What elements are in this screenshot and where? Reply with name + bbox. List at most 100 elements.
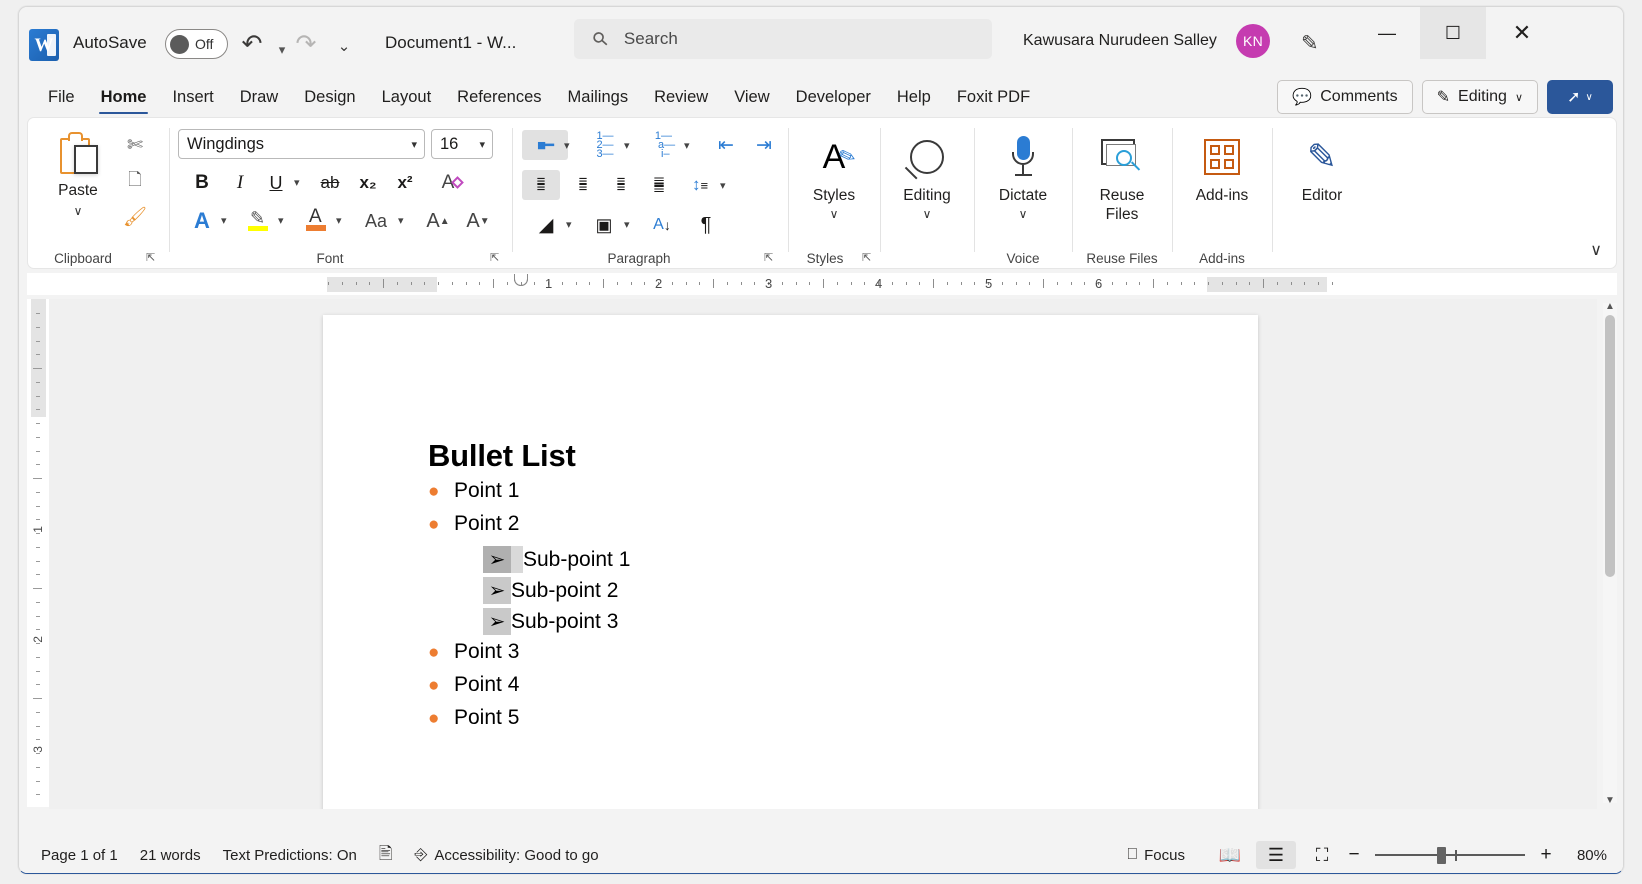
tab-home[interactable]: Home: [88, 77, 160, 117]
chevron-down-icon[interactable]: ∨: [1019, 207, 1028, 221]
add-ins-button[interactable]: Add-ins: [1180, 128, 1264, 240]
font-color-chevron-down-icon[interactable]: ▾: [336, 214, 342, 227]
word-count-status[interactable]: 21 words: [140, 847, 201, 864]
numbering-button[interactable]: 1— 2— 3—: [586, 130, 624, 160]
tab-view[interactable]: View: [721, 77, 782, 117]
change-case-chevron-down-icon[interactable]: ▾: [398, 214, 404, 227]
list-item[interactable]: ● Point 3: [428, 640, 519, 664]
align-center-button[interactable]: ≡ ≡: [564, 170, 602, 200]
borders-chevron-down-icon[interactable]: ▾: [624, 218, 630, 231]
tab-foxit-pdf[interactable]: Foxit PDF: [944, 77, 1043, 117]
collapse-ribbon-icon[interactable]: ∨: [1590, 240, 1602, 260]
zoom-level-button[interactable]: 80%: [1555, 847, 1607, 864]
shrink-font-icon[interactable]: A ▼: [462, 206, 494, 236]
scroll-down-icon[interactable]: ▼: [1603, 793, 1617, 807]
underline-button[interactable]: U: [260, 168, 292, 198]
maximize-button[interactable]: ☐: [1420, 7, 1486, 59]
styles-button[interactable]: A ✎ Styles ∨: [792, 128, 876, 240]
sort-icon[interactable]: A ↓: [646, 210, 678, 240]
bold-button[interactable]: B: [186, 168, 218, 198]
cut-icon[interactable]: ✄: [118, 130, 152, 160]
zoom-out-button[interactable]: −: [1345, 844, 1363, 866]
tab-design[interactable]: Design: [291, 77, 368, 117]
tab-review[interactable]: Review: [641, 77, 721, 117]
list-item[interactable]: ● Point 2: [428, 512, 519, 536]
grow-font-icon[interactable]: A ▲: [422, 206, 454, 236]
italic-button[interactable]: I: [224, 168, 256, 198]
page-number-status[interactable]: Page 1 of 1: [41, 847, 118, 864]
tab-layout[interactable]: Layout: [369, 77, 445, 117]
strikethrough-button[interactable]: ab: [314, 168, 346, 198]
multilevel-list-button[interactable]: 1— a— i–: [646, 130, 684, 160]
tab-developer[interactable]: Developer: [783, 77, 884, 117]
justify-button[interactable]: ≣ ≣: [640, 170, 678, 200]
redo-icon[interactable]: ↷: [291, 31, 321, 57]
shading-icon[interactable]: ◢: [530, 210, 562, 240]
list-item[interactable]: ➢ Sub-point 2: [483, 577, 618, 604]
tab-draw[interactable]: Draw: [227, 77, 292, 117]
read-mode-button[interactable]: 📖: [1210, 841, 1250, 869]
align-left-button[interactable]: ≡ ≡: [522, 170, 560, 200]
close-button[interactable]: ✕: [1489, 7, 1555, 59]
focus-button[interactable]: ⎕ Focus: [1128, 846, 1185, 864]
share-button[interactable]: ➚ ∨: [1547, 80, 1613, 114]
font-dialog-launcher[interactable]: ⇱: [490, 251, 499, 264]
format-painter-icon[interactable]: 🖌: [118, 202, 152, 232]
comments-button[interactable]: 💬 Comments: [1277, 80, 1413, 114]
paste-button[interactable]: Paste ∨: [42, 126, 114, 234]
font-family-select[interactable]: Wingdings ▾: [178, 129, 425, 159]
list-item[interactable]: ● Point 1: [428, 479, 519, 503]
font-size-select[interactable]: 16 ▾: [431, 129, 493, 159]
avatar[interactable]: KN: [1236, 24, 1270, 58]
tab-insert[interactable]: Insert: [159, 77, 226, 117]
paragraph-dialog-launcher[interactable]: ⇱: [764, 251, 773, 264]
list-item[interactable]: ➢ Sub-point 1: [483, 546, 630, 573]
editor-button[interactable]: ✎ Editor: [1280, 128, 1364, 240]
dictate-button[interactable]: Dictate ∨: [981, 128, 1065, 240]
borders-icon[interactable]: ▣: [588, 210, 620, 240]
shading-chevron-down-icon[interactable]: ▾: [566, 218, 572, 231]
chevron-down-icon[interactable]: ▾: [411, 138, 417, 151]
tab-mailings[interactable]: Mailings: [555, 77, 642, 117]
horizontal-ruler[interactable]: 1 2 3 4 5 6: [27, 273, 1617, 295]
ink-pen-icon[interactable]: ✎: [1301, 31, 1319, 56]
align-right-button[interactable]: ≡ ≡: [602, 170, 640, 200]
reuse-files-button[interactable]: Reuse Files: [1080, 128, 1164, 240]
change-case-button[interactable]: Aa: [356, 206, 396, 236]
zoom-slider-handle[interactable]: [1437, 846, 1446, 864]
web-layout-button[interactable]: ⛶: [1302, 841, 1342, 869]
clear-formatting-icon[interactable]: A: [432, 168, 464, 198]
vertical-ruler[interactable]: 1 2 3: [27, 299, 49, 807]
zoom-slider[interactable]: [1375, 845, 1525, 865]
editing-button[interactable]: Editing ∨: [885, 128, 969, 240]
line-spacing-button[interactable]: ↕ ≡: [682, 170, 718, 200]
text-effects-chevron-down-icon[interactable]: ▾: [221, 214, 227, 227]
print-layout-button[interactable]: ☰: [1256, 841, 1296, 869]
highlight-icon[interactable]: ✎: [242, 204, 274, 234]
search-input[interactable]: ⚲ Search: [574, 19, 992, 59]
subscript-button[interactable]: x₂: [352, 168, 384, 198]
accessibility-status[interactable]: ⎆ Accessibility: Good to go: [415, 846, 599, 864]
undo-icon[interactable]: ↶: [237, 31, 267, 57]
list-item[interactable]: ● Point 4: [428, 673, 519, 697]
list-item[interactable]: ➢ Sub-point 3: [483, 608, 618, 635]
text-effects-icon[interactable]: A: [186, 206, 218, 236]
show-formatting-marks-button[interactable]: ¶: [690, 210, 722, 240]
scroll-up-icon[interactable]: ▲: [1603, 299, 1617, 313]
text-predictions-status[interactable]: Text Predictions: On: [223, 847, 357, 864]
customize-quick-access-icon[interactable]: ⌄: [329, 34, 359, 60]
chevron-down-icon[interactable]: ∨: [923, 207, 932, 221]
document-canvas[interactable]: Bullet List ● Point 1 ● Point 2 ➢ Sub-po…: [49, 299, 1597, 809]
chevron-down-icon[interactable]: ∨: [830, 207, 839, 221]
numbering-chevron-down-icon[interactable]: ▾: [624, 139, 630, 152]
styles-dialog-launcher[interactable]: ⇱: [862, 251, 871, 264]
list-item[interactable]: ● Point 5: [428, 706, 519, 730]
tab-help[interactable]: Help: [884, 77, 944, 117]
zoom-in-button[interactable]: +: [1537, 844, 1555, 866]
underline-chevron-down-icon[interactable]: ▾: [294, 176, 300, 189]
multilevel-chevron-down-icon[interactable]: ▾: [684, 139, 690, 152]
tab-references[interactable]: References: [444, 77, 554, 117]
line-spacing-chevron-down-icon[interactable]: ▾: [720, 179, 726, 192]
copy-icon[interactable]: 🗋: [118, 166, 152, 196]
scrollbar-thumb[interactable]: [1605, 315, 1615, 577]
